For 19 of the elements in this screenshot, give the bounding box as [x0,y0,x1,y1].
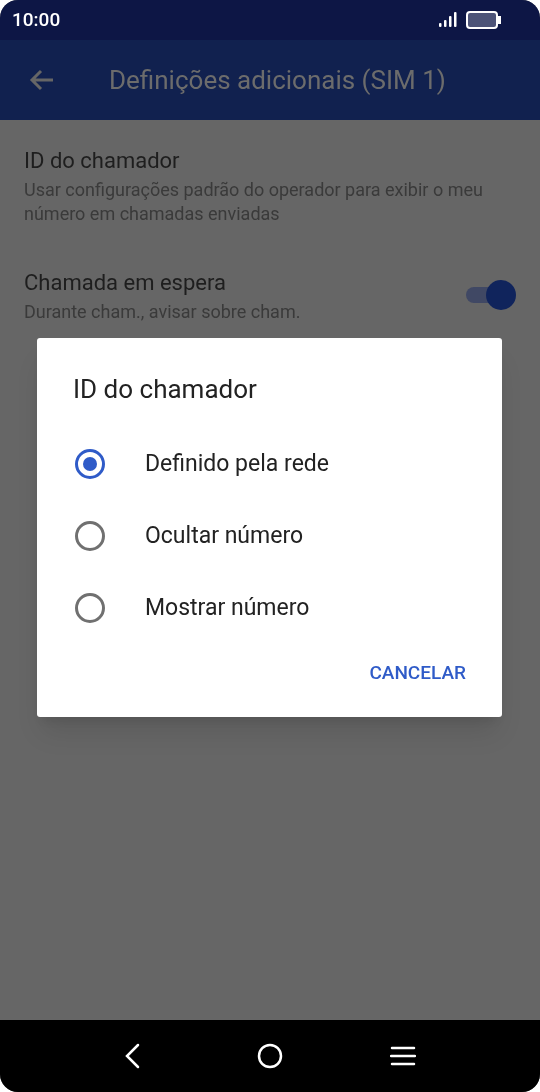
signal-icon [438,12,458,28]
menu-icon[interactable] [390,1045,416,1067]
cancel-button[interactable]: CANCELAR [355,652,480,693]
radio-button[interactable] [75,593,105,623]
setting-title: Chamada em espera [24,269,227,297]
home-icon[interactable] [257,1043,283,1069]
option-label[interactable]: Mostrar número [145,590,310,626]
back-arrow-icon[interactable] [29,68,55,92]
status-time: 10:00 [12,6,61,33]
screen-title: Definições adicionais (SIM 1) [109,63,446,97]
back-icon[interactable] [124,1043,142,1069]
toggle-switch[interactable] [464,280,516,310]
dialog-title: ID do chamador [73,373,258,406]
radio-button[interactable] [75,521,105,551]
option-label[interactable]: Definido pela rede [145,446,329,482]
radio-button[interactable] [75,449,105,479]
option-label[interactable]: Ocultar número [145,518,304,554]
setting-title: ID do chamador [24,147,181,175]
battery-icon [466,11,502,29]
